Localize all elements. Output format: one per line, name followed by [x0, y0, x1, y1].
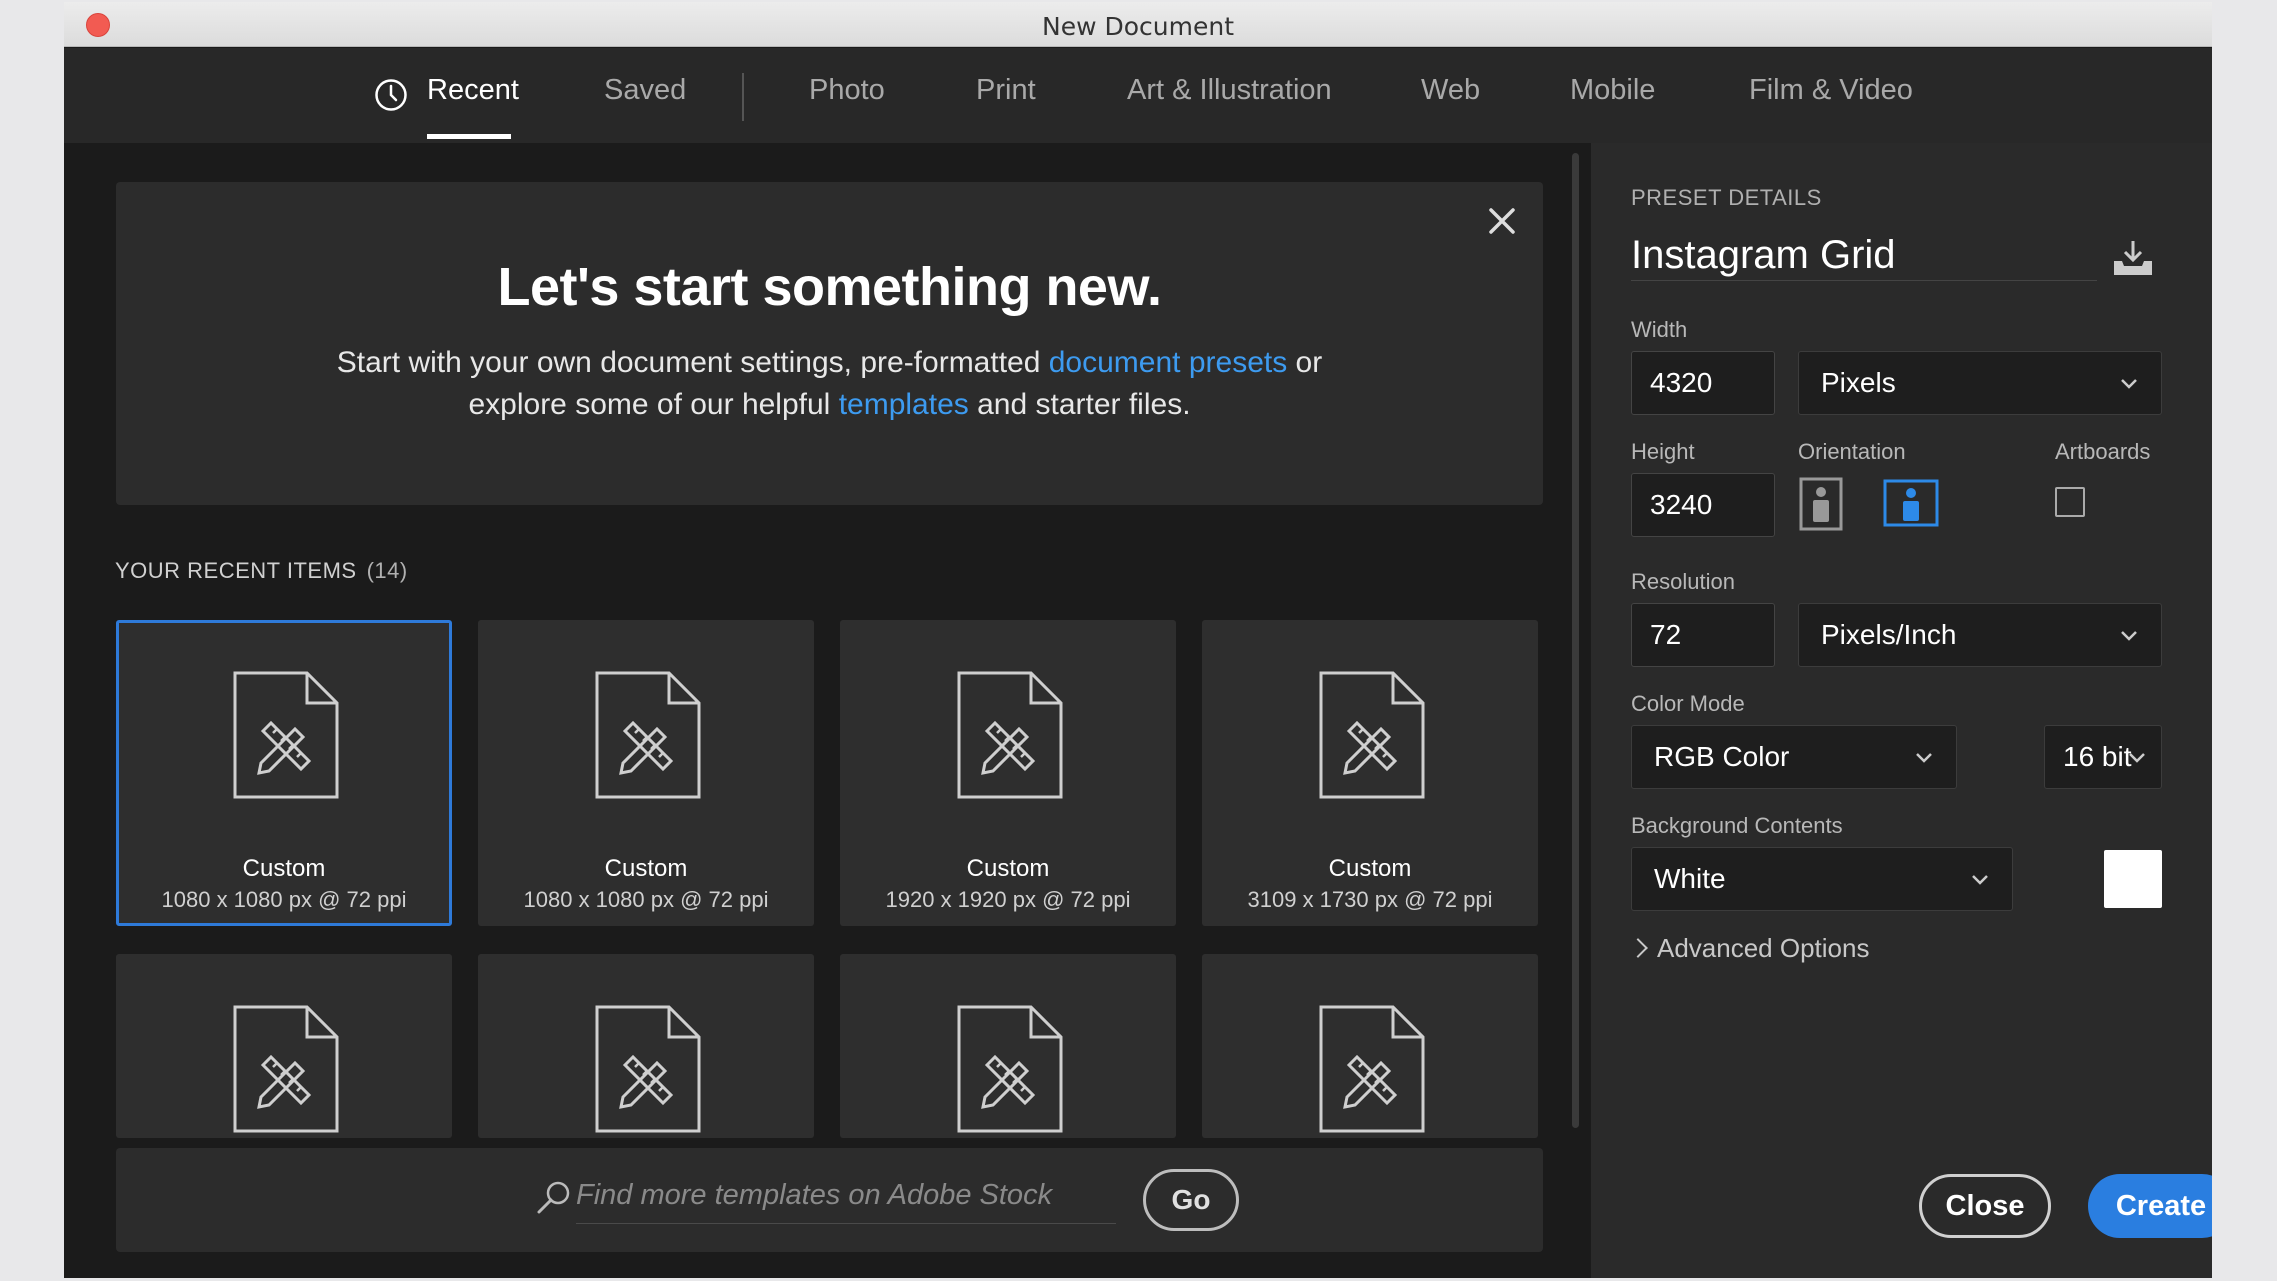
document-icon: [957, 1005, 1063, 1133]
height-input[interactable]: 3240: [1631, 473, 1775, 537]
background-contents-value: White: [1654, 863, 1726, 894]
go-button[interactable]: Go: [1143, 1169, 1239, 1231]
recent-item-card[interactable]: [1202, 954, 1538, 1138]
resolution-input[interactable]: 72: [1631, 603, 1775, 667]
resolution-label: Resolution: [1631, 569, 1735, 594]
chevron-down-icon: [2121, 631, 2137, 641]
bit-depth-value: 16 bit: [2063, 741, 2132, 772]
width-input[interactable]: 4320: [1631, 351, 1775, 415]
document-icon: [595, 1005, 701, 1133]
scrollbar[interactable]: [1572, 153, 1579, 1128]
portrait-orientation-icon[interactable]: [1799, 477, 1843, 531]
welcome-text-part: and starter files.: [968, 388, 1191, 421]
welcome-text-part: or: [1287, 346, 1323, 379]
tab-web[interactable]: Web: [1421, 74, 1480, 107]
recent-item-card[interactable]: [840, 954, 1176, 1138]
recent-item-card[interactable]: Custom 3109 x 1730 px @ 72 ppi: [1202, 620, 1538, 926]
templates-link[interactable]: templates: [839, 388, 969, 421]
recent-item-card[interactable]: [478, 954, 814, 1138]
color-mode-label: Color Mode: [1631, 691, 1745, 716]
document-icon: [233, 671, 339, 799]
recent-item-card[interactable]: Custom 1920 x 1920 px @ 72 ppi: [840, 620, 1176, 926]
resolution-unit-value: Pixels/Inch: [1821, 619, 1957, 650]
preset-details-panel: PRESET DETAILS Instagram Grid Width 4320…: [1591, 143, 2212, 1278]
tab-mobile[interactable]: Mobile: [1570, 74, 1655, 107]
clock-icon: [375, 79, 407, 111]
new-document-dialog: New Document Recent Saved Photo Print Ar…: [64, 2, 2212, 1278]
advanced-options-label: Advanced Options: [1657, 933, 1870, 963]
artboards-label: Artboards: [2055, 439, 2151, 464]
color-mode-value: RGB Color: [1654, 741, 1790, 772]
recent-item-name: Custom: [966, 855, 1050, 882]
color-mode-select[interactable]: RGB Color: [1631, 725, 1957, 789]
resolution-unit-select[interactable]: Pixels/Inch: [1798, 603, 2162, 667]
recent-items-header: YOUR RECENT ITEMS (14): [115, 558, 408, 584]
chevron-right-icon: [1628, 938, 1648, 958]
landscape-orientation-icon[interactable]: [1883, 479, 1939, 527]
preset-details-heading: PRESET DETAILS: [1631, 185, 1822, 210]
document-icon: [1319, 671, 1425, 799]
recent-items-count: (14): [366, 558, 408, 583]
close-button[interactable]: Close: [1919, 1174, 2051, 1238]
artboards-checkbox[interactable]: [2055, 487, 2085, 517]
tab-film-video[interactable]: Film & Video: [1749, 74, 1913, 107]
welcome-banner: Let's start something new. Start with yo…: [116, 182, 1543, 505]
recent-item-card[interactable]: [116, 954, 452, 1138]
create-button[interactable]: Create: [2088, 1174, 2212, 1238]
width-label: Width: [1631, 317, 1688, 342]
orientation-label: Orientation: [1798, 439, 1906, 464]
chevron-down-icon: [2129, 753, 2145, 763]
chevron-down-icon: [2121, 379, 2137, 389]
height-label: Height: [1631, 439, 1695, 464]
background-contents-select[interactable]: White: [1631, 847, 2013, 911]
welcome-text: Start with your own document settings, p…: [116, 342, 1543, 426]
preset-name-field[interactable]: Instagram Grid: [1631, 233, 2097, 281]
welcome-text-part: Start with your own document settings, p…: [336, 346, 1049, 379]
active-tab-indicator: [427, 134, 511, 139]
recent-item-dims: 1080 x 1080 px @ 72 ppi: [523, 887, 769, 912]
stock-search-bar: Go: [116, 1148, 1543, 1252]
category-tabs: Recent Saved Photo Print Art & Illustrat…: [64, 48, 2212, 143]
width-unit-value: Pixels: [1821, 367, 1896, 398]
recent-item-name: Custom: [1328, 855, 1412, 882]
recent-items-title: YOUR RECENT ITEMS: [115, 558, 357, 583]
document-icon: [233, 1005, 339, 1133]
tab-recent[interactable]: Recent: [427, 74, 519, 107]
bit-depth-select[interactable]: 16 bit: [2044, 725, 2162, 789]
document-icon: [595, 671, 701, 799]
window-title: New Document: [1042, 12, 1234, 41]
close-icon[interactable]: [1485, 204, 1519, 238]
background-color-swatch[interactable]: [2104, 850, 2162, 908]
background-contents-label: Background Contents: [1631, 813, 1843, 838]
tab-art-illustration[interactable]: Art & Illustration: [1127, 74, 1332, 107]
stock-search-input[interactable]: [576, 1168, 1116, 1224]
document-presets-link[interactable]: document presets: [1049, 346, 1287, 379]
width-unit-select[interactable]: Pixels: [1798, 351, 2162, 415]
recent-item-card[interactable]: Custom 1080 x 1080 px @ 72 ppi: [478, 620, 814, 926]
search-icon: [537, 1181, 570, 1214]
recent-item-card[interactable]: Custom 1080 x 1080 px @ 72 ppi: [116, 620, 452, 926]
title-bar: New Document: [64, 2, 2212, 47]
save-preset-icon[interactable]: [2111, 239, 2155, 279]
recent-item-dims: 1920 x 1920 px @ 72 ppi: [885, 887, 1131, 912]
tab-saved[interactable]: Saved: [604, 74, 686, 107]
recent-item-dims: 1080 x 1080 px @ 72 ppi: [161, 887, 407, 912]
advanced-options-toggle[interactable]: Advanced Options: [1628, 933, 1870, 964]
document-icon: [957, 671, 1063, 799]
welcome-title: Let's start something new.: [497, 257, 1162, 317]
tab-print[interactable]: Print: [976, 74, 1036, 107]
tab-separator: [742, 73, 744, 121]
recent-item-dims: 3109 x 1730 px @ 72 ppi: [1247, 887, 1493, 912]
recent-item-name: Custom: [604, 855, 688, 882]
chevron-down-icon: [1972, 875, 1988, 885]
chevron-down-icon: [1916, 753, 1932, 763]
recent-item-name: Custom: [242, 855, 326, 882]
document-icon: [1319, 1005, 1425, 1133]
tab-photo[interactable]: Photo: [809, 74, 885, 107]
welcome-text-part: explore some of our helpful: [468, 388, 839, 421]
